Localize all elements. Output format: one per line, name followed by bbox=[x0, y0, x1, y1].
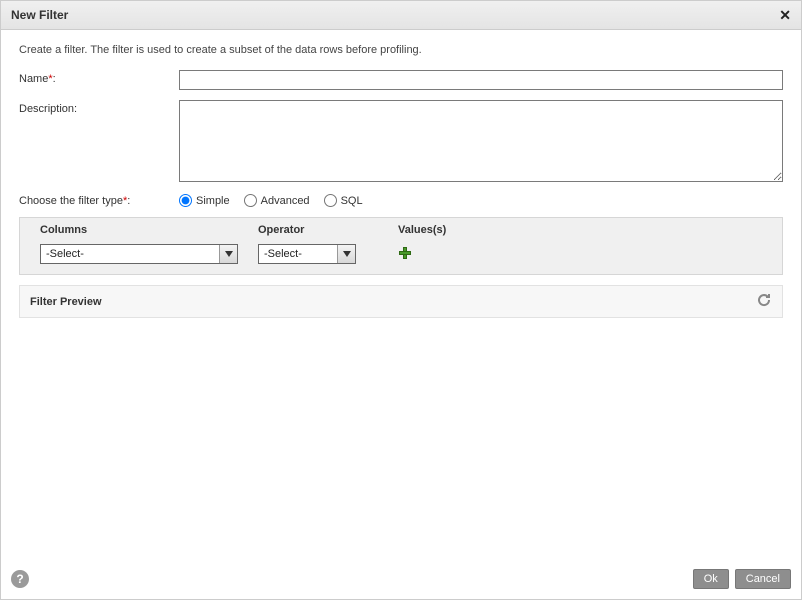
filter-preview-bar: Filter Preview bbox=[19, 285, 783, 318]
description-textarea[interactable] bbox=[179, 100, 783, 182]
radio-sql-input[interactable] bbox=[324, 194, 337, 207]
header-operator: Operator bbox=[258, 224, 398, 236]
header-columns: Columns bbox=[40, 224, 258, 236]
grid-body-row: -Select- -Select- bbox=[20, 240, 782, 274]
radio-sql[interactable]: SQL bbox=[324, 194, 363, 207]
name-row: Name*: bbox=[19, 70, 783, 90]
close-icon[interactable]: ✕ bbox=[779, 8, 791, 22]
grid-header-row: Columns Operator Values(s) bbox=[20, 218, 782, 240]
dialog-title: New Filter bbox=[11, 8, 68, 22]
description-row: Description: bbox=[19, 100, 783, 182]
dialog-titlebar: New Filter ✕ bbox=[1, 1, 801, 30]
radio-simple[interactable]: Simple bbox=[179, 194, 230, 207]
operator-select[interactable]: -Select- bbox=[258, 244, 356, 264]
name-input[interactable] bbox=[179, 70, 783, 90]
filter-preview-title: Filter Preview bbox=[30, 296, 102, 308]
filter-grid-panel: Columns Operator Values(s) -Select- -Sel… bbox=[19, 217, 783, 275]
columns-select-text: -Select- bbox=[41, 245, 219, 263]
operator-select-text: -Select- bbox=[259, 245, 337, 263]
footer-buttons: Ok Cancel bbox=[693, 569, 791, 589]
columns-select[interactable]: -Select- bbox=[40, 244, 238, 264]
cancel-button[interactable]: Cancel bbox=[735, 569, 791, 589]
ok-button[interactable]: Ok bbox=[693, 569, 729, 589]
refresh-icon[interactable] bbox=[756, 292, 772, 311]
name-label: Name*: bbox=[19, 70, 179, 85]
header-values: Values(s) bbox=[398, 224, 518, 236]
dropdown-icon bbox=[337, 245, 355, 263]
intro-text: Create a filter. The filter is used to c… bbox=[19, 44, 783, 56]
filter-type-label: Choose the filter type*: bbox=[19, 192, 179, 207]
radio-advanced-input[interactable] bbox=[244, 194, 257, 207]
description-label: Description: bbox=[19, 100, 179, 115]
radio-simple-input[interactable] bbox=[179, 194, 192, 207]
dialog-footer: ? Ok Cancel bbox=[1, 560, 801, 599]
dialog-content: Create a filter. The filter is used to c… bbox=[1, 30, 801, 560]
filter-type-radios: Simple Advanced SQL bbox=[179, 192, 363, 207]
radio-advanced[interactable]: Advanced bbox=[244, 194, 310, 207]
filter-type-row: Choose the filter type*: Simple Advanced… bbox=[19, 192, 783, 207]
add-value-icon[interactable] bbox=[398, 246, 412, 260]
dropdown-icon bbox=[219, 245, 237, 263]
help-icon[interactable]: ? bbox=[11, 570, 29, 588]
